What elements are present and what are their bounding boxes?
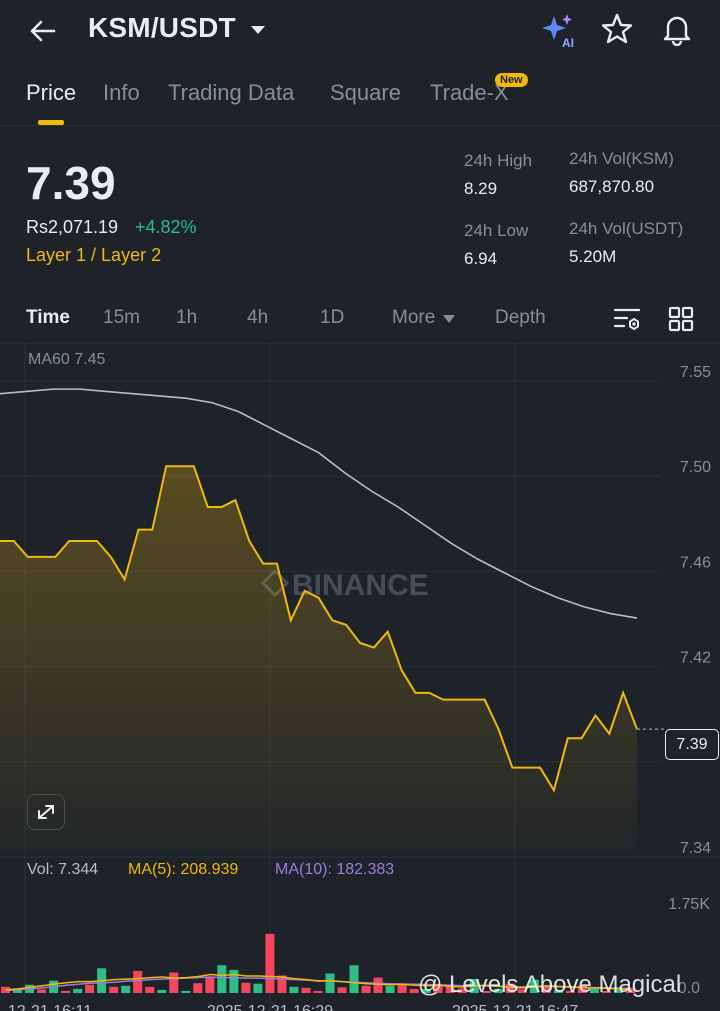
volume-bar [85,984,95,993]
expand-arrows-icon [38,805,54,819]
volume-bar [301,987,311,993]
low-value: 6.94 [464,249,498,268]
volume-label: Vol: 7.344 [27,861,99,878]
pair-dropdown-icon[interactable] [250,24,266,36]
interval-1h[interactable]: 1h [176,307,197,329]
tab-info[interactable]: Info [103,80,140,106]
volume-bar [313,990,323,993]
tab-square[interactable]: Square [330,80,401,106]
fiat-price: Rs2,071.19 [26,217,119,237]
high-value: 8.29 [464,179,498,198]
volume-bar [373,977,383,993]
notification-bell-icon[interactable] [660,12,694,46]
interval-depth[interactable]: Depth [495,307,546,329]
price-tick-label: 7.55 [680,364,711,381]
current-price-tag: 7.39 [665,729,719,760]
time-tick-label: 2025-12-21 16:47 [452,1003,578,1011]
vol-base-value: 687,870.80 [569,177,655,196]
volume-bar [217,965,227,993]
chart-settings-icon[interactable] [612,305,642,333]
overlay-watermark: @ Levels Above Magical [418,971,682,998]
main-tabs: Price Info Trading Data Square Trade-X N… [0,70,720,126]
tab-price[interactable]: Price [26,80,76,106]
volume-bar [145,986,155,993]
volume-bar [61,990,71,993]
ma10-label: MA(10): 182.383 [275,861,395,878]
vol-quote-value: 5.20M [569,247,617,266]
category-tag[interactable]: Layer 1 / Layer 2 [26,245,161,266]
interval-time[interactable]: Time [26,307,70,329]
volume-bar [241,982,251,993]
interval-more[interactable]: More [392,307,435,329]
volume-bar [121,985,131,993]
volume-bar [37,989,47,993]
binance-watermark: BINANCE [260,568,429,602]
top-bar: KSM/USDT AI [0,0,720,62]
interval-1d[interactable]: 1D [320,307,344,329]
new-badge: New [495,73,528,87]
svg-text:AI: AI [562,36,574,50]
volume-bar [325,973,335,993]
volume-bar [361,985,371,993]
volume-bar [337,987,347,993]
back-arrow-icon[interactable] [26,14,60,48]
layout-grid-icon[interactable] [667,305,695,333]
volume-bar [169,972,179,993]
ma60-indicator-label: MA60 7.45 [28,351,106,368]
price-change-percent: +4.82% [135,217,197,237]
price-chart[interactable]: 7.557.507.467.427.387.34 BINANCE 1.75K 0… [0,343,720,1011]
tab-trading-data[interactable]: Trading Data [168,80,294,106]
last-price: 7.39 [26,157,116,209]
more-dropdown-icon[interactable] [442,314,456,324]
volume-bar [397,984,407,993]
interval-15m[interactable]: 15m [103,307,140,329]
time-tick-label: 12-21 16:11 [8,1003,92,1011]
volume-bar [193,983,203,993]
price-tick-label: 7.34 [680,840,711,857]
volume-bar [157,989,167,993]
volume-bar [181,990,191,993]
price-tick-label: 7.50 [680,459,711,476]
volume-bar [289,986,299,993]
volume-bar [229,969,239,993]
high-label: 24h High [464,151,533,170]
vol-quote-label: 24h Vol(USDT) [569,219,684,238]
volume-axis-max: 1.75K [668,896,710,913]
ai-assistant-icon[interactable]: AI [540,12,578,50]
low-label: 24h Low [464,221,529,240]
volume-bar [349,965,359,993]
fullscreen-expand-button[interactable] [27,794,65,830]
volume-bar [73,988,83,993]
volume-bar [109,986,119,993]
price-tick-label: 7.42 [680,650,711,667]
trading-pair-title[interactable]: KSM/USDT [88,12,236,44]
volume-bar [265,933,275,993]
volume-bar [385,985,395,993]
vol-base-label: 24h Vol(KSM) [569,149,674,168]
active-tab-indicator [38,120,64,125]
volume-bar [205,976,215,993]
price-tick-label: 7.46 [680,554,711,571]
interval-4h[interactable]: 4h [247,307,268,329]
favorite-star-icon[interactable] [600,12,634,46]
volume-bar [133,970,143,993]
time-tick-label: 2025-12-21 16:29 [207,1003,333,1011]
time-axis: 12-21 16:11 2025-12-21 16:29 2025-12-21 16… [8,1003,578,1011]
volume-bar [253,983,263,993]
price-area-fill [0,466,637,853]
ma5-label: MA(5): 208.939 [128,861,239,878]
price-axis: 7.557.507.467.427.387.34 [680,364,711,857]
